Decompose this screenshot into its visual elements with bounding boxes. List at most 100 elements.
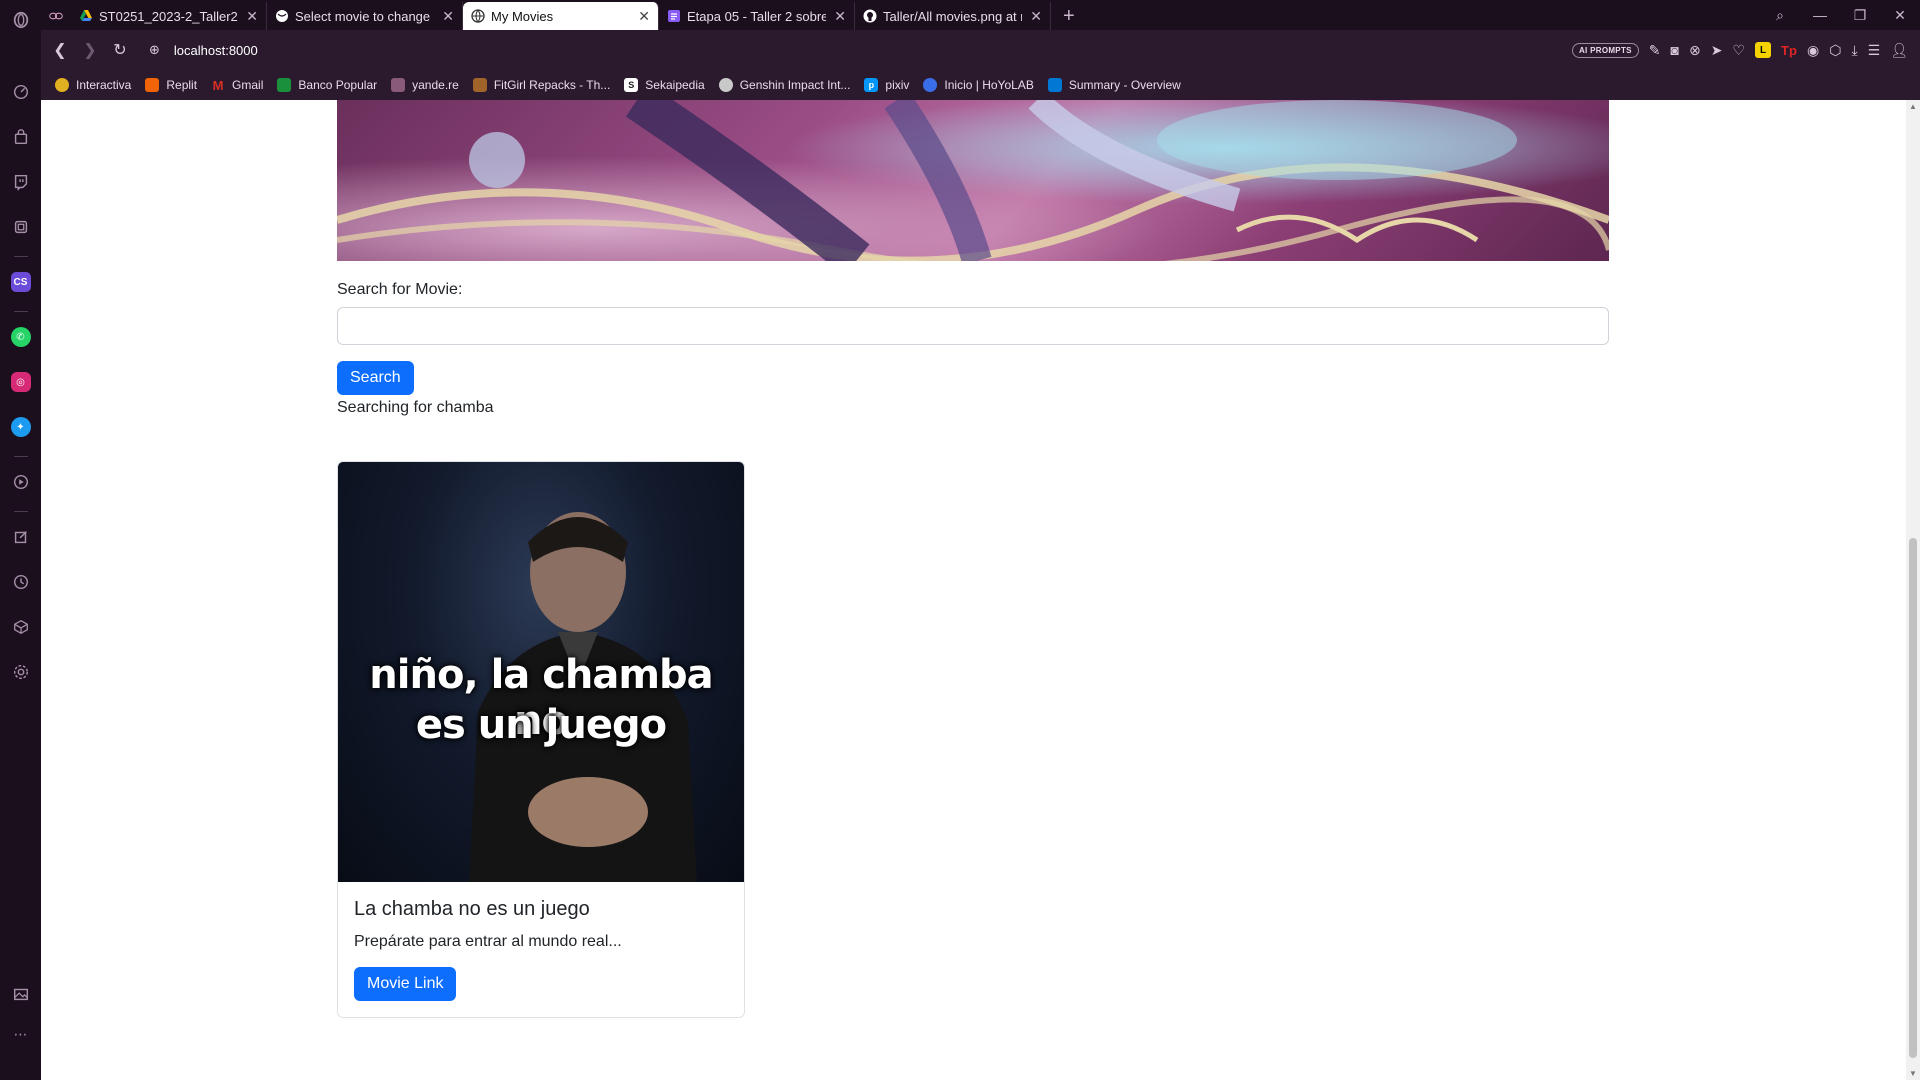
tab-etapa-05[interactable]: Etapa 05 - Taller 2 sobre Dj ✕ — [659, 2, 855, 30]
bookmark-pixiv[interactable]: p pixiv — [864, 78, 909, 92]
tab-my-movies[interactable]: My Movies ✕ — [463, 2, 659, 30]
bookmark-favicon-icon — [718, 78, 733, 92]
minimize-icon[interactable]: — — [1800, 7, 1840, 23]
ad-block-icon[interactable]: ⊗ — [1689, 42, 1701, 59]
page-viewport: Search for Movie: Search Searching for c… — [41, 100, 1920, 1080]
downloads-icon[interactable]: ⤓ — [1851, 42, 1857, 59]
bookmark-label: Banco Popular — [298, 78, 378, 92]
opera-logo-icon[interactable] — [10, 9, 32, 31]
profile-icon[interactable]: 👤︎ — [1890, 42, 1908, 59]
gallery-icon[interactable] — [10, 983, 32, 1005]
cs-app-icon[interactable]: CS — [10, 271, 32, 293]
bookmark-summary[interactable]: Summary - Overview — [1047, 78, 1181, 92]
bookmarks-bar: Interactiva Replit M Gmail Banco Popular … — [41, 70, 1920, 100]
toolbar-right: AI PROMPTS ✎ ◙ ⊗ ➤ ♡ L Tp ◉ ⬡ ⤓ ☰ 👤︎ — [1571, 30, 1908, 70]
bookmark-favicon-icon — [55, 78, 69, 92]
window-controls: ⌕ — ❐ ✕ — [1760, 0, 1920, 30]
tab-drive-pdf[interactable]: ST0251_2023-2_Taller2.pdf ✕ — [71, 2, 267, 30]
forward-icon[interactable]: ❯ — [75, 40, 105, 60]
tab-group-icon[interactable] — [41, 2, 71, 30]
sekaipedia-icon: S — [624, 78, 639, 92]
bookmark-label: Replit — [166, 78, 198, 92]
back-icon[interactable]: ❮ — [45, 40, 75, 60]
bookmark-genshin[interactable]: Genshin Impact Int... — [718, 78, 851, 92]
camera-icon[interactable]: ◙ — [1671, 42, 1679, 58]
bookmark-label: Interactiva — [76, 78, 132, 92]
page-scrollbar[interactable]: ▲ ▼ — [1906, 100, 1920, 1080]
extension-cube-icon[interactable]: ⬡ — [1829, 42, 1841, 59]
tab-django-admin[interactable]: Select movie to change | D ✕ — [267, 2, 463, 30]
bookmark-label: pixiv — [885, 78, 910, 92]
new-tab-button[interactable]: + — [1063, 2, 1075, 30]
restore-icon[interactable]: ❐ — [1840, 7, 1880, 24]
scrollbar-thumb[interactable] — [1909, 538, 1917, 1058]
whatsapp-icon[interactable]: ✆ — [10, 326, 32, 348]
bookmark-banco-popular[interactable]: Banco Popular — [277, 78, 377, 92]
bookmark-label: Summary - Overview — [1068, 78, 1181, 92]
url-field[interactable]: ⊕ localhost:8000 — [149, 42, 258, 58]
movie-link-button[interactable]: Movie Link — [354, 967, 457, 1001]
history-icon[interactable] — [10, 571, 32, 593]
scroll-down-icon[interactable]: ▼ — [1906, 1069, 1920, 1078]
ai-prompts-button[interactable]: AI PROMPTS — [1571, 42, 1639, 58]
search-button[interactable]: Search — [337, 361, 414, 395]
tab-close-icon[interactable]: ✕ — [246, 8, 258, 25]
tab-close-icon[interactable]: ✕ — [638, 8, 650, 25]
reload-icon[interactable]: ↻ — [105, 40, 135, 60]
twitch-icon[interactable] — [10, 171, 32, 193]
movie-poster-image: niño, la chamba no es un juego — [338, 462, 744, 882]
heart-icon[interactable]: ♡ — [1732, 42, 1745, 59]
tab-github[interactable]: Taller/All movies.png at ma ✕ — [855, 2, 1051, 30]
movie-title: La chamba no es un juego — [354, 898, 590, 920]
easy-setup-icon[interactable]: ☰ — [1868, 42, 1881, 59]
azure-devops-icon — [1047, 78, 1062, 92]
tab-search-icon[interactable]: ⌕ — [1760, 7, 1800, 24]
tab-close-icon[interactable]: ✕ — [442, 8, 454, 25]
cube-icon[interactable] — [10, 616, 32, 638]
extension-robot-icon[interactable]: ◉ — [1807, 42, 1819, 59]
globe-icon — [275, 9, 289, 23]
site-info-icon[interactable]: ⊕ — [149, 42, 160, 58]
bookmark-interactiva[interactable]: Interactiva — [55, 78, 131, 92]
tab-close-icon[interactable]: ✕ — [834, 8, 846, 25]
bookmark-sekaipedia[interactable]: S Sekaipedia — [624, 78, 705, 92]
bookmark-gmail[interactable]: M Gmail — [211, 78, 264, 93]
replit-icon — [145, 78, 160, 92]
edit-icon[interactable]: ✎ — [1649, 42, 1661, 59]
send-icon[interactable]: ➤ — [1711, 42, 1723, 59]
bookmark-fitgirl[interactable]: FitGirl Repacks - Th... — [472, 78, 610, 92]
tab-close-icon[interactable]: ✕ — [1030, 8, 1042, 25]
bookmark-label: Genshin Impact Int... — [739, 78, 851, 92]
bookmark-replit[interactable]: Replit — [145, 78, 197, 92]
scroll-up-icon[interactable]: ▲ — [1906, 102, 1920, 111]
instagram-icon[interactable]: ◎ — [10, 371, 32, 393]
speed-dial-icon[interactable] — [10, 81, 32, 103]
tab-title: Etapa 05 - Taller 2 sobre Dj — [687, 8, 827, 24]
bookmark-favicon-icon — [923, 78, 938, 92]
movie-card-body: La chamba no es un juego Prepárate para … — [338, 882, 744, 1017]
bookmark-yandere[interactable]: yande.re — [391, 78, 459, 92]
search-input[interactable] — [337, 307, 1609, 345]
tab-title: My Movies — [491, 8, 554, 24]
sidebar-divider — [13, 456, 28, 457]
globe-icon — [471, 9, 485, 23]
tab-title: Select movie to change | D — [295, 8, 434, 24]
sidebar-divider — [13, 311, 28, 312]
extension-l-icon[interactable]: L — [1755, 42, 1771, 58]
window-close-icon[interactable]: ✕ — [1880, 7, 1920, 24]
google-drive-icon — [79, 9, 93, 23]
settings-gear-icon[interactable] — [10, 661, 32, 683]
pinboard-icon[interactable] — [10, 526, 32, 548]
extension-box-icon[interactable] — [10, 216, 32, 238]
twitter-icon[interactable]: ✦ — [10, 416, 32, 438]
pixiv-icon: p — [864, 78, 879, 92]
bank-icon — [277, 78, 292, 92]
player-icon[interactable] — [10, 471, 32, 493]
more-options-icon[interactable]: ⋯ — [10, 1023, 32, 1045]
bookmark-hoyolab[interactable]: Inicio | HoYoLAB — [923, 78, 1034, 92]
poster-caption-line2: es un juego — [415, 702, 667, 748]
search-label: Search for Movie: — [337, 281, 463, 298]
extension-tp-icon[interactable]: Tp — [1781, 42, 1797, 58]
sidebar-divider — [13, 256, 28, 257]
shopping-bag-icon[interactable] — [10, 126, 32, 148]
